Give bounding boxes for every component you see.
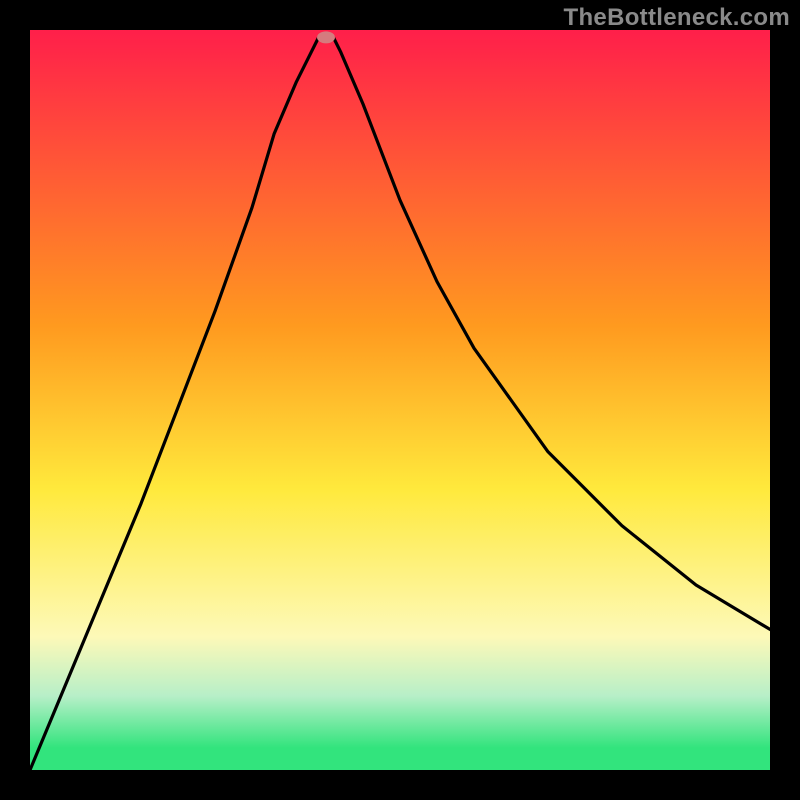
gradient-background — [30, 30, 770, 770]
watermark-label: TheBottleneck.com — [564, 4, 790, 32]
chart-stage: TheBottleneck.com — [0, 0, 800, 800]
minimum-marker — [317, 31, 335, 43]
bottleneck-plot — [30, 30, 770, 770]
